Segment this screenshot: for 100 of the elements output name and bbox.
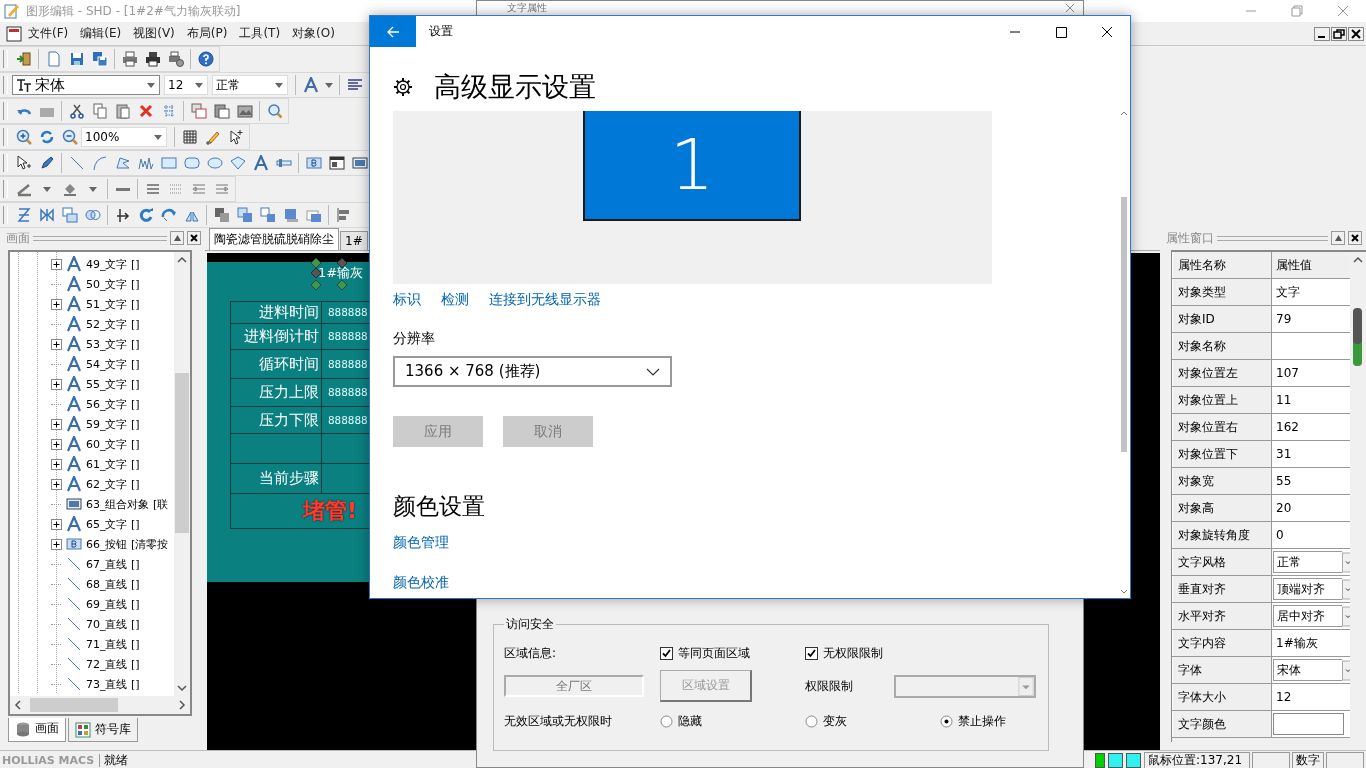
- layers-image-icon[interactable]: [236, 103, 253, 119]
- link[interactable]: 标识: [393, 291, 421, 309]
- line-icon[interactable]: [68, 155, 85, 171]
- wave-icon[interactable]: [137, 155, 154, 171]
- dropdown-arrow-icon[interactable]: [1342, 605, 1350, 627]
- b-button-icon[interactable]: [305, 155, 322, 171]
- printer-icon[interactable]: [121, 51, 138, 67]
- lines-icon[interactable]: [144, 181, 161, 197]
- rings-icon[interactable]: [84, 207, 101, 223]
- window-icon[interactable]: [328, 155, 345, 171]
- line-angle-icon[interactable]: [15, 181, 32, 197]
- property-value[interactable]: 31: [1272, 441, 1350, 467]
- tree-item[interactable]: 61_文字 []: [86, 456, 140, 472]
- radio-button[interactable]: 变灰: [805, 712, 847, 730]
- panel-tab[interactable]: 符号库: [68, 718, 138, 742]
- expand-icon[interactable]: [51, 518, 62, 530]
- squares-icon[interactable]: [61, 207, 78, 223]
- dotted-lines-icon[interactable]: [167, 181, 184, 197]
- property-value[interactable]: 55: [1272, 468, 1350, 494]
- tree-item[interactable]: 56_文字 []: [86, 396, 140, 412]
- expand-icon[interactable]: [51, 538, 62, 550]
- tree-item[interactable]: 72_直线 []: [86, 656, 140, 672]
- copy-icon[interactable]: [91, 103, 108, 119]
- letter-a-icon[interactable]: [252, 155, 269, 171]
- checkbox-icon[interactable]: [660, 646, 673, 660]
- link[interactable]: 连接到无线显示器: [489, 291, 601, 309]
- arc-icon[interactable]: [91, 155, 108, 171]
- expand-icon[interactable]: [51, 438, 62, 450]
- property-value[interactable]: 0: [1272, 522, 1350, 548]
- checkbox[interactable]: 等同页面区域: [660, 644, 750, 662]
- tree-item[interactable]: 71_直线 []: [86, 636, 140, 652]
- zoom-in-icon[interactable]: [15, 129, 32, 145]
- menu-item[interactable]: 视图(V): [127, 25, 181, 42]
- scissors-icon[interactable]: [68, 103, 85, 119]
- tree-item[interactable]: 66_按钮 [清零按: [86, 536, 169, 552]
- refresh-icon[interactable]: [38, 129, 55, 145]
- checkbox-icon[interactable]: [805, 646, 818, 660]
- arrow-left-lines-icon[interactable]: [190, 181, 207, 197]
- arrow-right-lines-icon[interactable]: [213, 181, 230, 197]
- tree-item[interactable]: 73_直线 []: [86, 676, 140, 692]
- radio-icon[interactable]: [660, 714, 673, 728]
- rotate-arrow-icon[interactable]: [137, 207, 154, 223]
- link[interactable]: 颜色校准: [393, 574, 449, 592]
- permission-select[interactable]: [894, 674, 1036, 698]
- panel-tab[interactable]: 画面: [8, 718, 66, 742]
- square-front-icon[interactable]: [213, 207, 230, 223]
- property-value[interactable]: 79: [1272, 306, 1350, 332]
- link[interactable]: 检测: [441, 291, 469, 309]
- layers-clip-icon[interactable]: [213, 103, 230, 119]
- letter-a-icon[interactable]: [302, 77, 319, 93]
- document-tab[interactable]: 1#: [340, 231, 368, 250]
- floppy-disks-icon[interactable]: [91, 51, 108, 67]
- tree-item[interactable]: 51_文字 []: [86, 296, 140, 312]
- delete-icon[interactable]: [137, 103, 154, 119]
- tree-item[interactable]: 68_直线 []: [86, 576, 140, 592]
- restore-icon[interactable]: [1331, 26, 1347, 41]
- scrollbar-thumb[interactable]: [1121, 197, 1127, 452]
- tree-item[interactable]: 49_文字 []: [86, 256, 140, 272]
- tree-item[interactable]: 67_直线 []: [86, 556, 140, 572]
- resolution-select[interactable]: 1366 × 768 (推荐): [393, 356, 672, 387]
- font-size-select[interactable]: 12: [164, 75, 208, 95]
- menu-item[interactable]: 工具(T): [233, 25, 287, 42]
- canvas-title-text[interactable]: 1#输灰: [315, 264, 364, 282]
- property-value[interactable]: 文字: [1272, 279, 1350, 305]
- flip-horizontal-icon[interactable]: [38, 207, 55, 223]
- dropdown-arrow-icon[interactable]: [1342, 551, 1350, 573]
- expand-icon[interactable]: [51, 258, 62, 270]
- layers-icon[interactable]: [190, 103, 207, 119]
- zoom-out-icon[interactable]: [61, 129, 78, 145]
- square-forward-icon[interactable]: [259, 207, 276, 223]
- tree-item[interactable]: 50_文字 []: [86, 276, 140, 292]
- help-icon[interactable]: [197, 51, 214, 67]
- radio-icon[interactable]: [940, 714, 953, 728]
- property-value[interactable]: 20: [1272, 495, 1350, 521]
- scrollbar-thumb[interactable]: [30, 698, 118, 712]
- align-left-icon[interactable]: [335, 207, 352, 223]
- pin-icon[interactable]: [1331, 231, 1345, 245]
- property-value[interactable]: 12: [1272, 684, 1350, 710]
- square-backward-icon[interactable]: [282, 207, 299, 223]
- pencil-icon[interactable]: [204, 129, 221, 145]
- selection-handle[interactable]: [337, 280, 347, 290]
- tree-item[interactable]: 70_直线 []: [86, 616, 140, 632]
- dropdown-arrow-icon[interactable]: [1342, 578, 1350, 600]
- tree-item[interactable]: 59_文字 []: [86, 416, 140, 432]
- checkbox[interactable]: 无权限限制: [805, 644, 883, 662]
- color-swatch[interactable]: [1273, 713, 1344, 735]
- square-back-icon[interactable]: [236, 207, 253, 223]
- minimize-icon[interactable]: [1314, 26, 1330, 41]
- property-value[interactable]: 11: [1272, 387, 1350, 413]
- grid-icon[interactable]: [181, 129, 198, 145]
- radio-icon[interactable]: [805, 714, 818, 728]
- back-button[interactable]: [370, 16, 416, 47]
- scrollbar-thumb[interactable]: [1353, 308, 1362, 366]
- expand-icon[interactable]: [51, 418, 62, 430]
- panel-icon[interactable]: [351, 155, 368, 171]
- expand-icon[interactable]: [51, 378, 62, 390]
- tree-item[interactable]: 63_组合对象 [联: [86, 496, 169, 512]
- square-shadow-icon[interactable]: [305, 207, 322, 223]
- display-tile[interactable]: 1: [583, 111, 801, 221]
- tree-item[interactable]: 55_文字 []: [86, 376, 140, 392]
